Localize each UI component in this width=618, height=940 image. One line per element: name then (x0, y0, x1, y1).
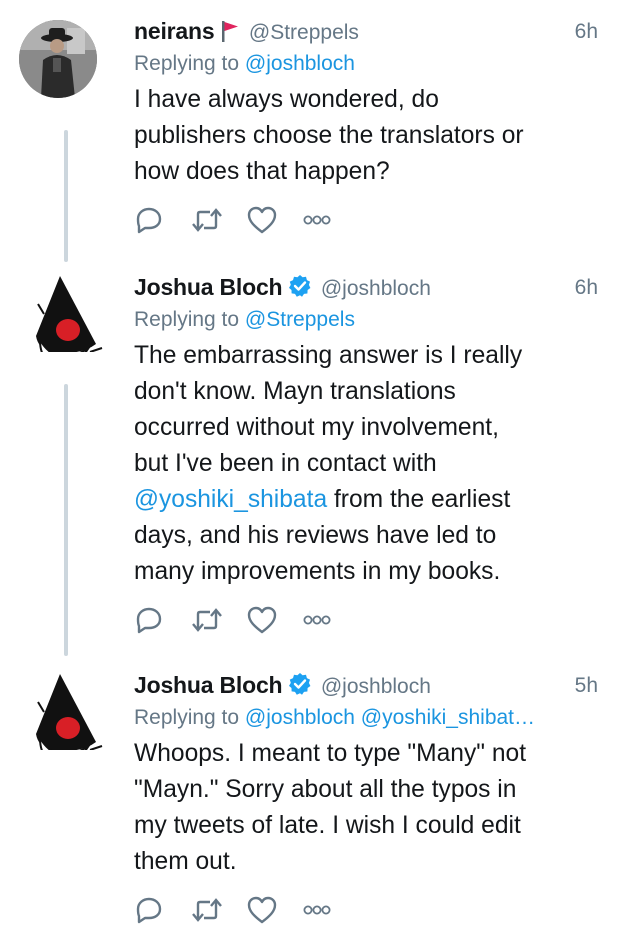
like-button[interactable] (246, 602, 302, 638)
replying-to: Replying to @Streppels (134, 308, 598, 336)
author-name[interactable]: Joshua Bloch (134, 672, 283, 698)
reply-mention-link[interactable]: @Streppels (245, 308, 355, 331)
more-icon (303, 905, 331, 915)
retweet-icon (192, 898, 222, 922)
author-handle[interactable]: @Streppels (249, 21, 359, 44)
avatar[interactable] (30, 672, 108, 750)
duke-mascot-icon (36, 276, 103, 352)
tweet-actions (134, 892, 598, 928)
replying-to: Replying to @joshbloch @yoshiki_shibat… (134, 706, 598, 734)
tweet-line: I have always wondered, do (134, 86, 439, 113)
reply-button[interactable] (134, 602, 190, 638)
author-name[interactable]: neirans (134, 18, 215, 44)
tweet-content: Joshua Bloch @joshbloch 5h Replying to @… (134, 672, 598, 928)
author-name[interactable]: Joshua Bloch (134, 274, 283, 300)
author-handle[interactable]: @joshbloch (321, 277, 431, 300)
tweet-text: Whoops. I meant to type "Many" not "Mayn… (134, 740, 527, 875)
avatar[interactable] (19, 20, 97, 98)
replying-to-label: Replying to (134, 706, 245, 729)
tweet-line: how does that happen? (134, 158, 390, 185)
like-icon (247, 896, 277, 924)
tweet-time[interactable]: 6h (575, 20, 598, 44)
tweet-text: The embarrassing answer is I really don'… (134, 338, 598, 590)
verified-icon (289, 275, 311, 297)
tweet-1[interactable]: neirans @Streppels 6h Replying to @joshb… (0, 18, 618, 262)
tweet-text: I have always wondered, do publishers cho… (134, 82, 598, 190)
tweet-line: publishers choose the translators or (134, 122, 524, 149)
verified-icon (289, 673, 311, 695)
duke-mascot-icon (36, 674, 103, 750)
tweet-content: neirans @Streppels 6h Replying to @joshb… (134, 18, 598, 238)
tweet-3[interactable]: Joshua Bloch @joshbloch 5h Replying to @… (0, 672, 618, 940)
reply-icon (136, 897, 162, 924)
tweet-text-part: The embarrassing answer is I really don'… (134, 342, 523, 477)
more-button[interactable] (302, 602, 358, 638)
tweet-actions (134, 202, 598, 238)
thread-line (64, 130, 68, 262)
retweet-button[interactable] (190, 202, 246, 238)
like-icon (247, 606, 277, 634)
retweet-icon (192, 208, 222, 232)
author-handle[interactable]: @joshbloch (321, 675, 431, 698)
retweet-button[interactable] (190, 602, 246, 638)
reply-button[interactable] (134, 202, 190, 238)
red-flag-icon (222, 21, 239, 42)
more-icon (303, 615, 331, 625)
reply-icon (136, 207, 162, 234)
thread-line (64, 384, 68, 656)
replying-to: Replying to @joshbloch (134, 52, 598, 80)
more-button[interactable] (302, 202, 358, 238)
reply-icon (136, 607, 162, 634)
reply-mention-link[interactable]: @joshbloch (245, 52, 355, 75)
reply-mention-link[interactable]: @joshbloch @yoshiki_shibat… (245, 706, 535, 729)
tweet-content: Joshua Bloch @joshbloch 6h Replying to @… (134, 274, 598, 638)
more-icon (303, 215, 331, 225)
tweet-actions (134, 602, 598, 638)
tweet-2[interactable]: Joshua Bloch @joshbloch 6h Replying to @… (0, 274, 618, 656)
replying-to-label: Replying to (134, 308, 245, 331)
like-icon (247, 206, 277, 234)
avatar[interactable] (30, 274, 108, 352)
tweet-time[interactable]: 6h (575, 276, 598, 300)
like-button[interactable] (246, 202, 302, 238)
reply-button[interactable] (134, 892, 190, 928)
like-button[interactable] (246, 892, 302, 928)
retweet-button[interactable] (190, 892, 246, 928)
user-photo-icon (19, 20, 97, 98)
inline-mention-link[interactable]: @yoshiki_shibata (134, 486, 327, 513)
tweet-time[interactable]: 5h (575, 674, 598, 698)
retweet-icon (192, 608, 222, 632)
replying-to-label: Replying to (134, 52, 245, 75)
more-button[interactable] (302, 892, 358, 928)
